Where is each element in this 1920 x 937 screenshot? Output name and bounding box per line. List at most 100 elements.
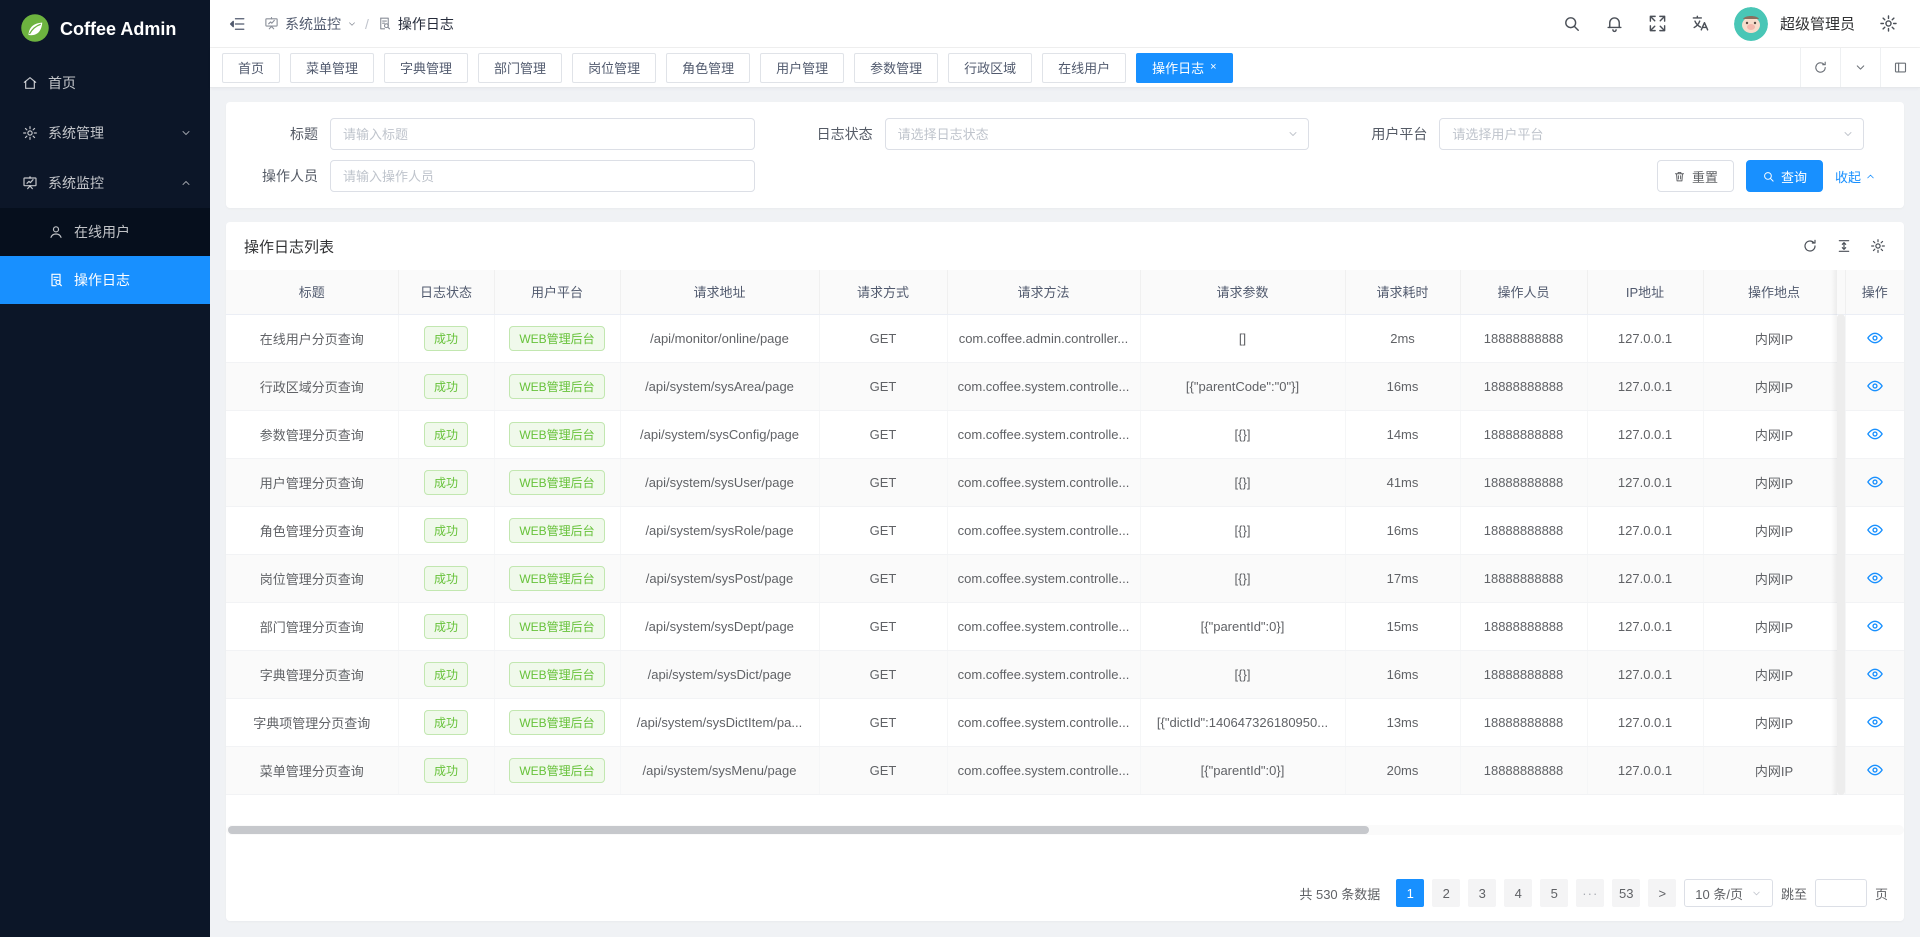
chevron-down-icon bbox=[1751, 888, 1762, 899]
vertical-scrollbar[interactable] bbox=[1837, 314, 1845, 795]
settings-gear-icon[interactable] bbox=[1879, 14, 1898, 33]
horizontal-scrollbar-thumb[interactable] bbox=[228, 826, 1369, 834]
status-tag: WEB管理后台 bbox=[509, 566, 604, 591]
page-size-select[interactable]: 10 条/页 bbox=[1684, 879, 1773, 907]
column-settings-gear-icon[interactable] bbox=[1870, 238, 1886, 254]
sidebar-item-系统管理[interactable]: 系统管理 bbox=[0, 108, 210, 158]
page-button-1[interactable]: 1 bbox=[1396, 879, 1424, 907]
tabs-maximize-icon[interactable] bbox=[1880, 48, 1920, 87]
tabs-dropdown-icon[interactable] bbox=[1840, 48, 1880, 87]
tab[interactable]: 部门管理 bbox=[478, 53, 562, 83]
refresh-icon[interactable] bbox=[1802, 238, 1818, 254]
tab[interactable]: 行政区域 bbox=[948, 53, 1032, 83]
avatar[interactable] bbox=[1734, 7, 1768, 41]
cell-location: 内网IP bbox=[1703, 554, 1845, 602]
tabbar: 首页菜单管理字典管理部门管理岗位管理角色管理 用户管理 参数管理行政区域在线用户操作… bbox=[210, 48, 1920, 88]
view-detail-eye-icon[interactable] bbox=[1866, 761, 1884, 779]
tab[interactable]: 字典管理 bbox=[384, 53, 468, 83]
translate-icon[interactable] bbox=[1691, 14, 1710, 33]
page-button-3[interactable]: 3 bbox=[1468, 879, 1496, 907]
tabs-refresh-icon[interactable] bbox=[1800, 48, 1840, 87]
query-button[interactable]: 查询 bbox=[1746, 160, 1823, 192]
reset-button[interactable]: 重置 bbox=[1657, 160, 1734, 192]
cell-action bbox=[1845, 602, 1904, 650]
status-tag: WEB管理后台 bbox=[509, 710, 604, 735]
breadcrumb-separator: / bbox=[365, 16, 369, 32]
cell-location: 内网IP bbox=[1703, 410, 1845, 458]
sidebar-item-操作日志[interactable]: 操作日志 bbox=[0, 256, 210, 304]
search-icon bbox=[1762, 170, 1775, 183]
cell-method: GET bbox=[819, 458, 947, 506]
cell-platform: WEB管理后台 bbox=[494, 458, 620, 506]
log-status-select[interactable] bbox=[885, 118, 1310, 150]
tab[interactable]: 操作日志× bbox=[1136, 53, 1232, 83]
view-detail-eye-icon[interactable] bbox=[1866, 521, 1884, 539]
view-detail-eye-icon[interactable] bbox=[1866, 377, 1884, 395]
row-density-icon[interactable] bbox=[1836, 238, 1852, 254]
view-detail-eye-icon[interactable] bbox=[1866, 569, 1884, 587]
pagination-ellipsis[interactable]: ··· bbox=[1576, 879, 1604, 907]
page-jump: 跳至 页 bbox=[1781, 879, 1888, 907]
tab[interactable]: 角色管理 bbox=[666, 53, 750, 83]
page-button-4[interactable]: 4 bbox=[1504, 879, 1532, 907]
notification-bell-icon[interactable] bbox=[1605, 14, 1624, 33]
user-name[interactable]: 超级管理员 bbox=[1780, 13, 1855, 34]
log-search-icon bbox=[48, 272, 64, 288]
cell-func: com.coffee.system.controlle... bbox=[947, 458, 1140, 506]
next-page-button[interactable]: > bbox=[1648, 879, 1676, 907]
cell-status: 成功 bbox=[398, 698, 494, 746]
cell-params: [{"parentId":0}] bbox=[1140, 746, 1345, 794]
tab[interactable]: 参数管理 bbox=[854, 53, 938, 83]
filter-panel: 标题 日志状态 用户平台 bbox=[226, 102, 1904, 208]
tab-label: 用户管理 bbox=[776, 58, 828, 77]
tab[interactable]: 在线用户 bbox=[1042, 53, 1126, 83]
cell-ip: 127.0.0.1 bbox=[1587, 698, 1703, 746]
tab[interactable]: 菜单管理 bbox=[290, 53, 374, 83]
cell-time: 13ms bbox=[1345, 698, 1460, 746]
view-detail-eye-icon[interactable] bbox=[1866, 425, 1884, 443]
table-row: 菜单管理分页查询成功WEB管理后台/api/system/sysMenu/pag… bbox=[226, 746, 1904, 794]
page-button-2[interactable]: 2 bbox=[1432, 879, 1460, 907]
cell-func: com.coffee.admin.controller... bbox=[947, 314, 1140, 362]
breadcrumb-parent[interactable]: 系统监控 bbox=[264, 14, 357, 34]
view-detail-eye-icon[interactable] bbox=[1866, 665, 1884, 683]
cell-status: 成功 bbox=[398, 458, 494, 506]
page-button-53[interactable]: 53 bbox=[1612, 879, 1640, 907]
tab[interactable]: 岗位管理 bbox=[572, 53, 656, 83]
sidebar-item-系统监控[interactable]: 系统监控 bbox=[0, 158, 210, 208]
filter-buttons: 重置 查询 收起 bbox=[1657, 160, 1890, 192]
search-icon[interactable] bbox=[1562, 14, 1581, 33]
tab-close-icon[interactable]: × bbox=[1210, 62, 1216, 73]
fullscreen-icon[interactable] bbox=[1648, 14, 1667, 33]
sidebar-subitem-label: 操作日志 bbox=[74, 270, 130, 290]
jump-page-input[interactable] bbox=[1815, 879, 1867, 907]
view-detail-eye-icon[interactable] bbox=[1866, 473, 1884, 491]
cell-params: [{"parentId":0}] bbox=[1140, 602, 1345, 650]
app-logo[interactable]: Coffee Admin bbox=[0, 0, 210, 58]
tab[interactable]: 首页 bbox=[222, 53, 280, 83]
sidebar-item-首页[interactable]: 首页 bbox=[0, 58, 210, 108]
monitor-icon bbox=[22, 175, 38, 191]
status-tag: WEB管理后台 bbox=[509, 614, 604, 639]
cell-platform: WEB管理后台 bbox=[494, 506, 620, 554]
tab-tools bbox=[1800, 48, 1920, 87]
pagination: 共 530 条数据 12345···53 > 10 条/页 跳至 页 bbox=[226, 879, 1904, 907]
log-table: 标题日志状态用户平台请求地址请求方式请求方法请求参数请求耗时操作人员IP地址操作… bbox=[226, 270, 1904, 795]
tab[interactable]: 用户管理 bbox=[760, 53, 844, 83]
cell-params: [{}] bbox=[1140, 650, 1345, 698]
cell-title: 参数管理分页查询 bbox=[226, 410, 398, 458]
view-detail-eye-icon[interactable] bbox=[1866, 329, 1884, 347]
table-row: 字典管理分页查询成功WEB管理后台/api/system/sysDict/pag… bbox=[226, 650, 1904, 698]
collapse-link[interactable]: 收起 bbox=[1835, 167, 1876, 186]
sidebar-item-在线用户[interactable]: 在线用户 bbox=[0, 208, 210, 256]
cell-operator: 18888888888 bbox=[1460, 410, 1587, 458]
platform-select[interactable] bbox=[1439, 118, 1864, 150]
operator-input[interactable] bbox=[330, 160, 755, 192]
title-input[interactable] bbox=[330, 118, 755, 150]
view-detail-eye-icon[interactable] bbox=[1866, 713, 1884, 731]
cell-platform: WEB管理后台 bbox=[494, 410, 620, 458]
menu-fold-icon[interactable] bbox=[228, 15, 246, 33]
page-button-5[interactable]: 5 bbox=[1540, 879, 1568, 907]
cell-location: 内网IP bbox=[1703, 458, 1845, 506]
view-detail-eye-icon[interactable] bbox=[1866, 617, 1884, 635]
